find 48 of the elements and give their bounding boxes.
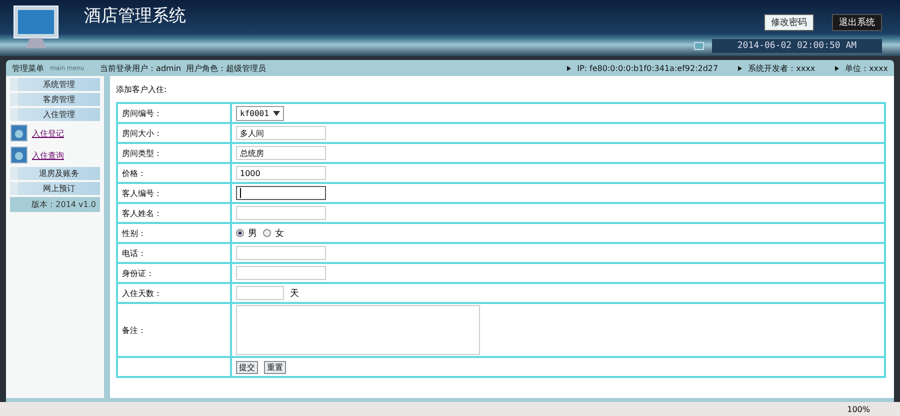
zoom-level: 100% [847,404,870,414]
header-button[interactable]: 退出系统 [832,14,882,31]
form-title: 添加客户入住: [116,84,168,95]
room-select[interactable]: kf0001 [236,106,284,120]
field-label: 备注： [117,303,231,357]
menu-section[interactable]: 系统管理 [10,78,100,91]
field-label: 电话： [117,243,231,263]
radio-option[interactable]: 男 [236,226,257,240]
field-label: 性别： [117,223,231,243]
bullet-icon [738,66,742,70]
menu-section[interactable]: 客房管理 [10,93,100,106]
menu-link[interactable]: 入住登记 [32,128,64,138]
menu-link[interactable]: 入住查询 [32,150,64,160]
unit-label: 天 [290,288,299,300]
header-button[interactable]: 修改密码 [764,14,814,31]
info-text: 单位：xxxx [845,62,888,74]
caret-icon [272,110,280,116]
menu-title: 管理菜单 [12,62,44,74]
notes-textarea[interactable] [236,305,480,355]
bullet-icon [567,66,572,70]
field-label: 客人编号： [117,183,231,203]
info-text: 系统开发者：xxxx [748,62,816,74]
field-label: 价格： [117,163,231,183]
screen-icon [694,42,704,50]
form-button[interactable]: 重置 [264,360,286,374]
window-icon [10,146,28,164]
menu-section[interactable]: 入住管理 [10,108,100,121]
field-label: 客人姓名： [117,203,231,223]
menu-section[interactable]: 网上预订 [10,182,100,195]
date-time: 2014-06-02 02:00:50 AM [712,39,882,53]
app-title: 酒店管理系统 [84,5,186,28]
input-field[interactable]: 多人间 [236,126,326,140]
field-label: 入住天数： [117,283,231,303]
input-field[interactable]: 总统房 [236,146,326,160]
radio-option[interactable]: 女 [263,226,284,240]
field-label: 房间大小： [117,123,231,143]
input-field[interactable] [236,186,326,200]
menu-section[interactable]: 退房及账务 [10,167,100,180]
info-text: IP: fe80:0:0:0:b1f0:341a:ef92:2d27 [577,64,718,72]
window-icon [10,124,28,142]
bullet-icon [835,66,840,70]
field-label: 身份证： [117,263,231,283]
field-label: 房间编号： [117,103,231,123]
input-field[interactable]: 1000 [236,166,326,180]
version-text: 版本：2014 v1.0 [10,197,100,212]
field-label: 房间类型： [117,143,231,163]
user-info: 当前登录用户：admin 用户角色：超级管理员 [100,62,266,74]
form-button[interactable]: 提交 [236,360,258,374]
